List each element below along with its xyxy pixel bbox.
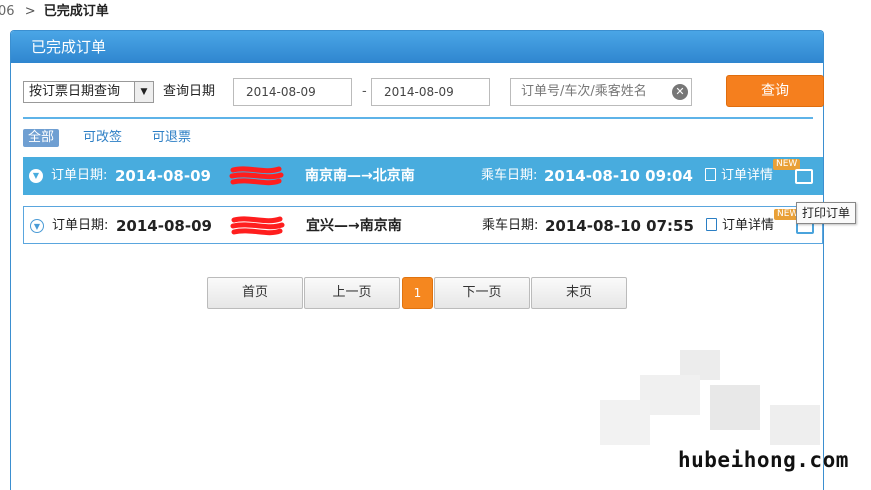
next-page-button[interactable]: 下一页 (434, 277, 530, 309)
current-page-button[interactable]: 1 (402, 277, 433, 309)
passenger-redaction (229, 166, 284, 186)
travel-date-label: 乘车日期: (481, 168, 538, 183)
order-detail-link[interactable]: 订单详情 (705, 157, 773, 195)
breadcrumb-current: 已完成订单 (43, 4, 109, 19)
date-label: 查询日期 (163, 84, 216, 99)
keyword-placeholder: 订单号/车次/乘客姓名 (521, 84, 647, 99)
prev-page-button[interactable]: 上一页 (304, 277, 400, 309)
expand-toggle-icon[interactable]: ▼ (29, 169, 43, 183)
first-page-button[interactable]: 首页 (207, 277, 303, 309)
order-row[interactable]: ▼ 订单日期: 2014-08-09 南京南—→北京南 乘车日期: 2014-0… (23, 157, 823, 195)
document-icon (705, 168, 716, 181)
filter-changeable[interactable]: 可改签 (83, 129, 122, 147)
order-detail-label: 订单详情 (722, 218, 775, 233)
keyword-input[interactable]: 订单号/车次/乘客姓名 ✕ (510, 78, 692, 106)
route: 南京南—→北京南 (305, 168, 415, 184)
query-button[interactable]: 查询 (726, 75, 824, 107)
order-date-label: 订单日期: (52, 218, 109, 233)
printer-icon[interactable] (795, 169, 813, 184)
travel-date-label: 乘车日期: (482, 218, 539, 233)
clear-icon[interactable]: ✕ (672, 84, 688, 100)
document-icon (706, 218, 717, 231)
order-date-value: 2014-08-09 (116, 217, 212, 235)
last-page-button[interactable]: 末页 (531, 277, 627, 309)
print-order-tooltip: 打印订单 (796, 202, 857, 224)
order-row[interactable]: ▼ 订单日期: 2014-08-09 宜兴—→南京南 乘车日期: 2014-08… (23, 206, 823, 244)
watermark-text: hubeihong.com (678, 448, 849, 472)
chevron-down-icon[interactable]: ▼ (134, 82, 153, 102)
order-detail-link[interactable]: 订单详情 (706, 207, 774, 245)
order-date-value: 2014-08-09 (115, 167, 211, 185)
search-divider (23, 117, 813, 119)
expand-toggle-icon[interactable]: ▼ (30, 219, 44, 233)
order-detail-label: 订单详情 (721, 168, 774, 183)
filter-all[interactable]: 全部 (23, 129, 60, 147)
date-separator: - (362, 84, 367, 99)
query-mode-value: 按订票日期查询 (29, 84, 121, 99)
breadcrumb: 06 > 已完成订单 (0, 0, 109, 24)
route: 宜兴—→南京南 (306, 218, 402, 234)
search-bar: 按订票日期查询 ▼ 查询日期 2014-08-09 - 2014-08-09 订… (23, 75, 824, 108)
start-date-input[interactable]: 2014-08-09 (233, 78, 352, 106)
filter-refundable[interactable]: 可退票 (152, 129, 191, 147)
breadcrumb-separator: > (24, 4, 36, 19)
end-date-input[interactable]: 2014-08-09 (371, 78, 490, 106)
travel-date-value: 2014-08-10 07:55 (545, 217, 694, 235)
breadcrumb-prefix: 06 (0, 4, 15, 19)
panel-title: 已完成订单 (11, 31, 823, 63)
travel-date-value: 2014-08-10 09:04 (544, 167, 693, 185)
order-date-label: 订单日期: (51, 168, 108, 183)
blur-mosaic (600, 350, 830, 450)
query-mode-select[interactable]: 按订票日期查询 ▼ (23, 81, 154, 103)
passenger-redaction (230, 216, 285, 236)
